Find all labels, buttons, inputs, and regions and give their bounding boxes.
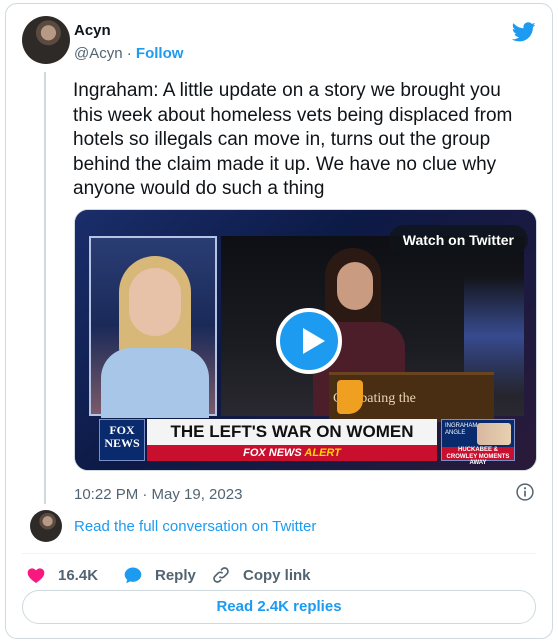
read-conversation-link[interactable]: Read the full conversation on Twitter: [74, 518, 316, 535]
promo-show-name: INGRAHAM ANGLE: [445, 423, 478, 436]
link-icon: [213, 567, 229, 583]
watch-on-twitter-button[interactable]: Watch on Twitter: [388, 225, 528, 255]
reply-button[interactable]: Reply: [123, 565, 196, 585]
reply-label: Reply: [155, 566, 196, 584]
copy-link-button[interactable]: Copy link: [211, 565, 311, 585]
heart-icon: [27, 568, 45, 583]
handle-row: @Acyn · Follow: [74, 45, 183, 62]
separator: ·: [126, 45, 132, 62]
avatar[interactable]: [22, 16, 70, 64]
alert-prefix: FOX NEWS: [243, 447, 302, 459]
like-button[interactable]: 16.4K: [26, 565, 98, 585]
news-promo: INGRAHAM ANGLE HUCKABEE & CROWLEY MOMENT…: [441, 419, 515, 466]
promo-text: HUCKABEE & CROWLEY MOMENTS AWAY: [442, 447, 514, 466]
copy-link-label: Copy link: [243, 566, 311, 584]
thread-line: [44, 72, 46, 504]
info-icon[interactable]: [515, 482, 535, 502]
reply-bubble-icon: [124, 567, 142, 584]
promo-image: [477, 423, 511, 445]
fox-news-logo: FOX NEWS: [99, 419, 145, 461]
speaker-video-panel: Combating the: [221, 236, 524, 422]
video-player[interactable]: Combating the Watch on Twitter FOX NEWS …: [74, 209, 537, 471]
alert-word: ALERT: [304, 447, 341, 459]
divider: [22, 553, 536, 554]
play-icon[interactable]: [276, 308, 342, 374]
follow-button[interactable]: Follow: [136, 45, 184, 62]
news-headline: THE LEFT'S WAR ON WOMEN: [147, 419, 437, 445]
read-replies-button[interactable]: Read 2.4K replies: [22, 590, 536, 624]
tweet-embed-card: Acyn @Acyn · Follow Ingraham: A little u…: [5, 3, 553, 639]
tweet-timestamp[interactable]: 10:22 PM · May 19, 2023: [74, 486, 242, 503]
handle[interactable]: @Acyn: [74, 45, 123, 62]
twitter-bird-icon[interactable]: [512, 20, 536, 44]
host-video-panel: [89, 236, 217, 418]
news-lower-third: FOX NEWS THE LEFT'S WAR ON WOMEN FOX NEW…: [75, 417, 536, 466]
display-name[interactable]: Acyn: [74, 22, 111, 39]
florida-shape: [337, 380, 363, 414]
like-count: 16.4K: [58, 566, 99, 584]
tweet-text: Ingraham: A little update on a story we …: [73, 80, 513, 199]
news-alert-bar: FOX NEWS ALERT: [147, 445, 437, 461]
avatar-small[interactable]: [30, 510, 62, 542]
